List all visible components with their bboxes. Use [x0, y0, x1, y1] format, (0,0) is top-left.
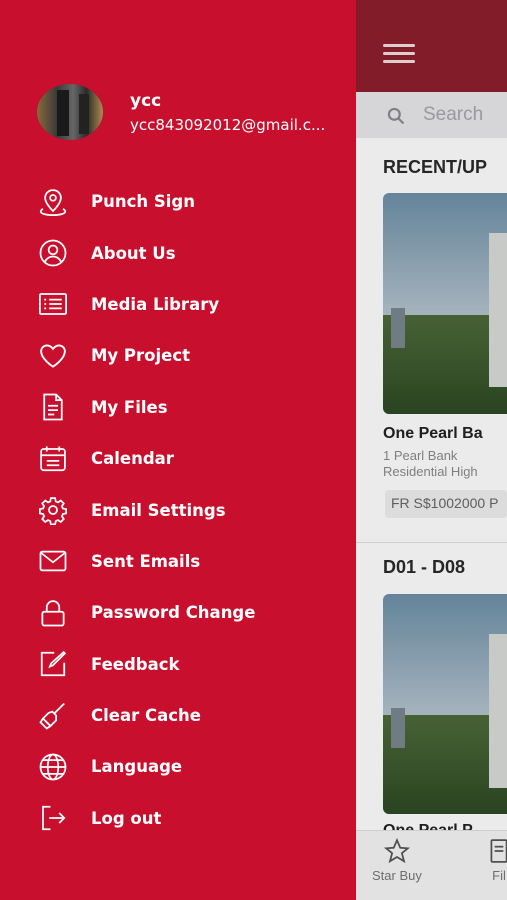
- edit-icon: [37, 648, 69, 680]
- heart-icon: [37, 340, 69, 372]
- menu-label: Language: [91, 757, 183, 777]
- menu-label: My Project: [91, 346, 190, 366]
- menu-item-email-settings[interactable]: Email Settings: [0, 484, 356, 535]
- user-email: ycc843092012@gmail.c...: [130, 116, 326, 134]
- scrim-overlay[interactable]: [355, 0, 507, 900]
- menu-label: Media Library: [91, 294, 220, 314]
- menu-item-my-files[interactable]: My Files: [0, 382, 356, 433]
- broom-icon: [37, 700, 69, 732]
- calendar-icon: [37, 443, 69, 475]
- menu-label: Password Change: [91, 603, 256, 623]
- menu-item-my-project[interactable]: My Project: [0, 330, 356, 381]
- menu-label: About Us: [91, 243, 176, 263]
- menu-item-about-us[interactable]: About Us: [0, 227, 356, 278]
- menu-label: Calendar: [91, 449, 174, 469]
- logout-icon: [37, 802, 69, 834]
- map-pin-icon: [37, 186, 69, 218]
- globe-icon: [37, 751, 69, 783]
- menu-label: My Files: [91, 397, 168, 417]
- menu-item-password-change[interactable]: Password Change: [0, 587, 356, 638]
- menu-label: Log out: [91, 808, 162, 828]
- menu-item-feedback[interactable]: Feedback: [0, 639, 356, 690]
- menu-item-log-out[interactable]: Log out: [0, 793, 356, 844]
- menu-label: Clear Cache: [91, 706, 201, 726]
- menu-item-clear-cache[interactable]: Clear Cache: [0, 690, 356, 741]
- envelope-icon: [37, 545, 69, 577]
- menu-label: Feedback: [91, 654, 180, 674]
- drawer-menu: Punch Sign About Us Media Library My Pro…: [0, 176, 356, 844]
- navigation-drawer: ycc ycc843092012@gmail.c... Punch Sign A…: [0, 0, 356, 900]
- avatar[interactable]: [37, 84, 103, 140]
- media-list-icon: [37, 288, 69, 320]
- menu-item-language[interactable]: Language: [0, 741, 356, 792]
- menu-item-punch-sign[interactable]: Punch Sign: [0, 176, 356, 227]
- menu-item-media-library[interactable]: Media Library: [0, 279, 356, 330]
- lock-icon: [37, 597, 69, 629]
- user-name: ycc: [130, 91, 162, 111]
- menu-item-sent-emails[interactable]: Sent Emails: [0, 536, 356, 587]
- user-circle-icon: [37, 237, 69, 269]
- menu-label: Punch Sign: [91, 192, 195, 212]
- file-icon: [37, 391, 69, 423]
- menu-label: Email Settings: [91, 500, 226, 520]
- gear-icon: [37, 494, 69, 526]
- menu-label: Sent Emails: [91, 551, 201, 571]
- menu-item-calendar[interactable]: Calendar: [0, 433, 356, 484]
